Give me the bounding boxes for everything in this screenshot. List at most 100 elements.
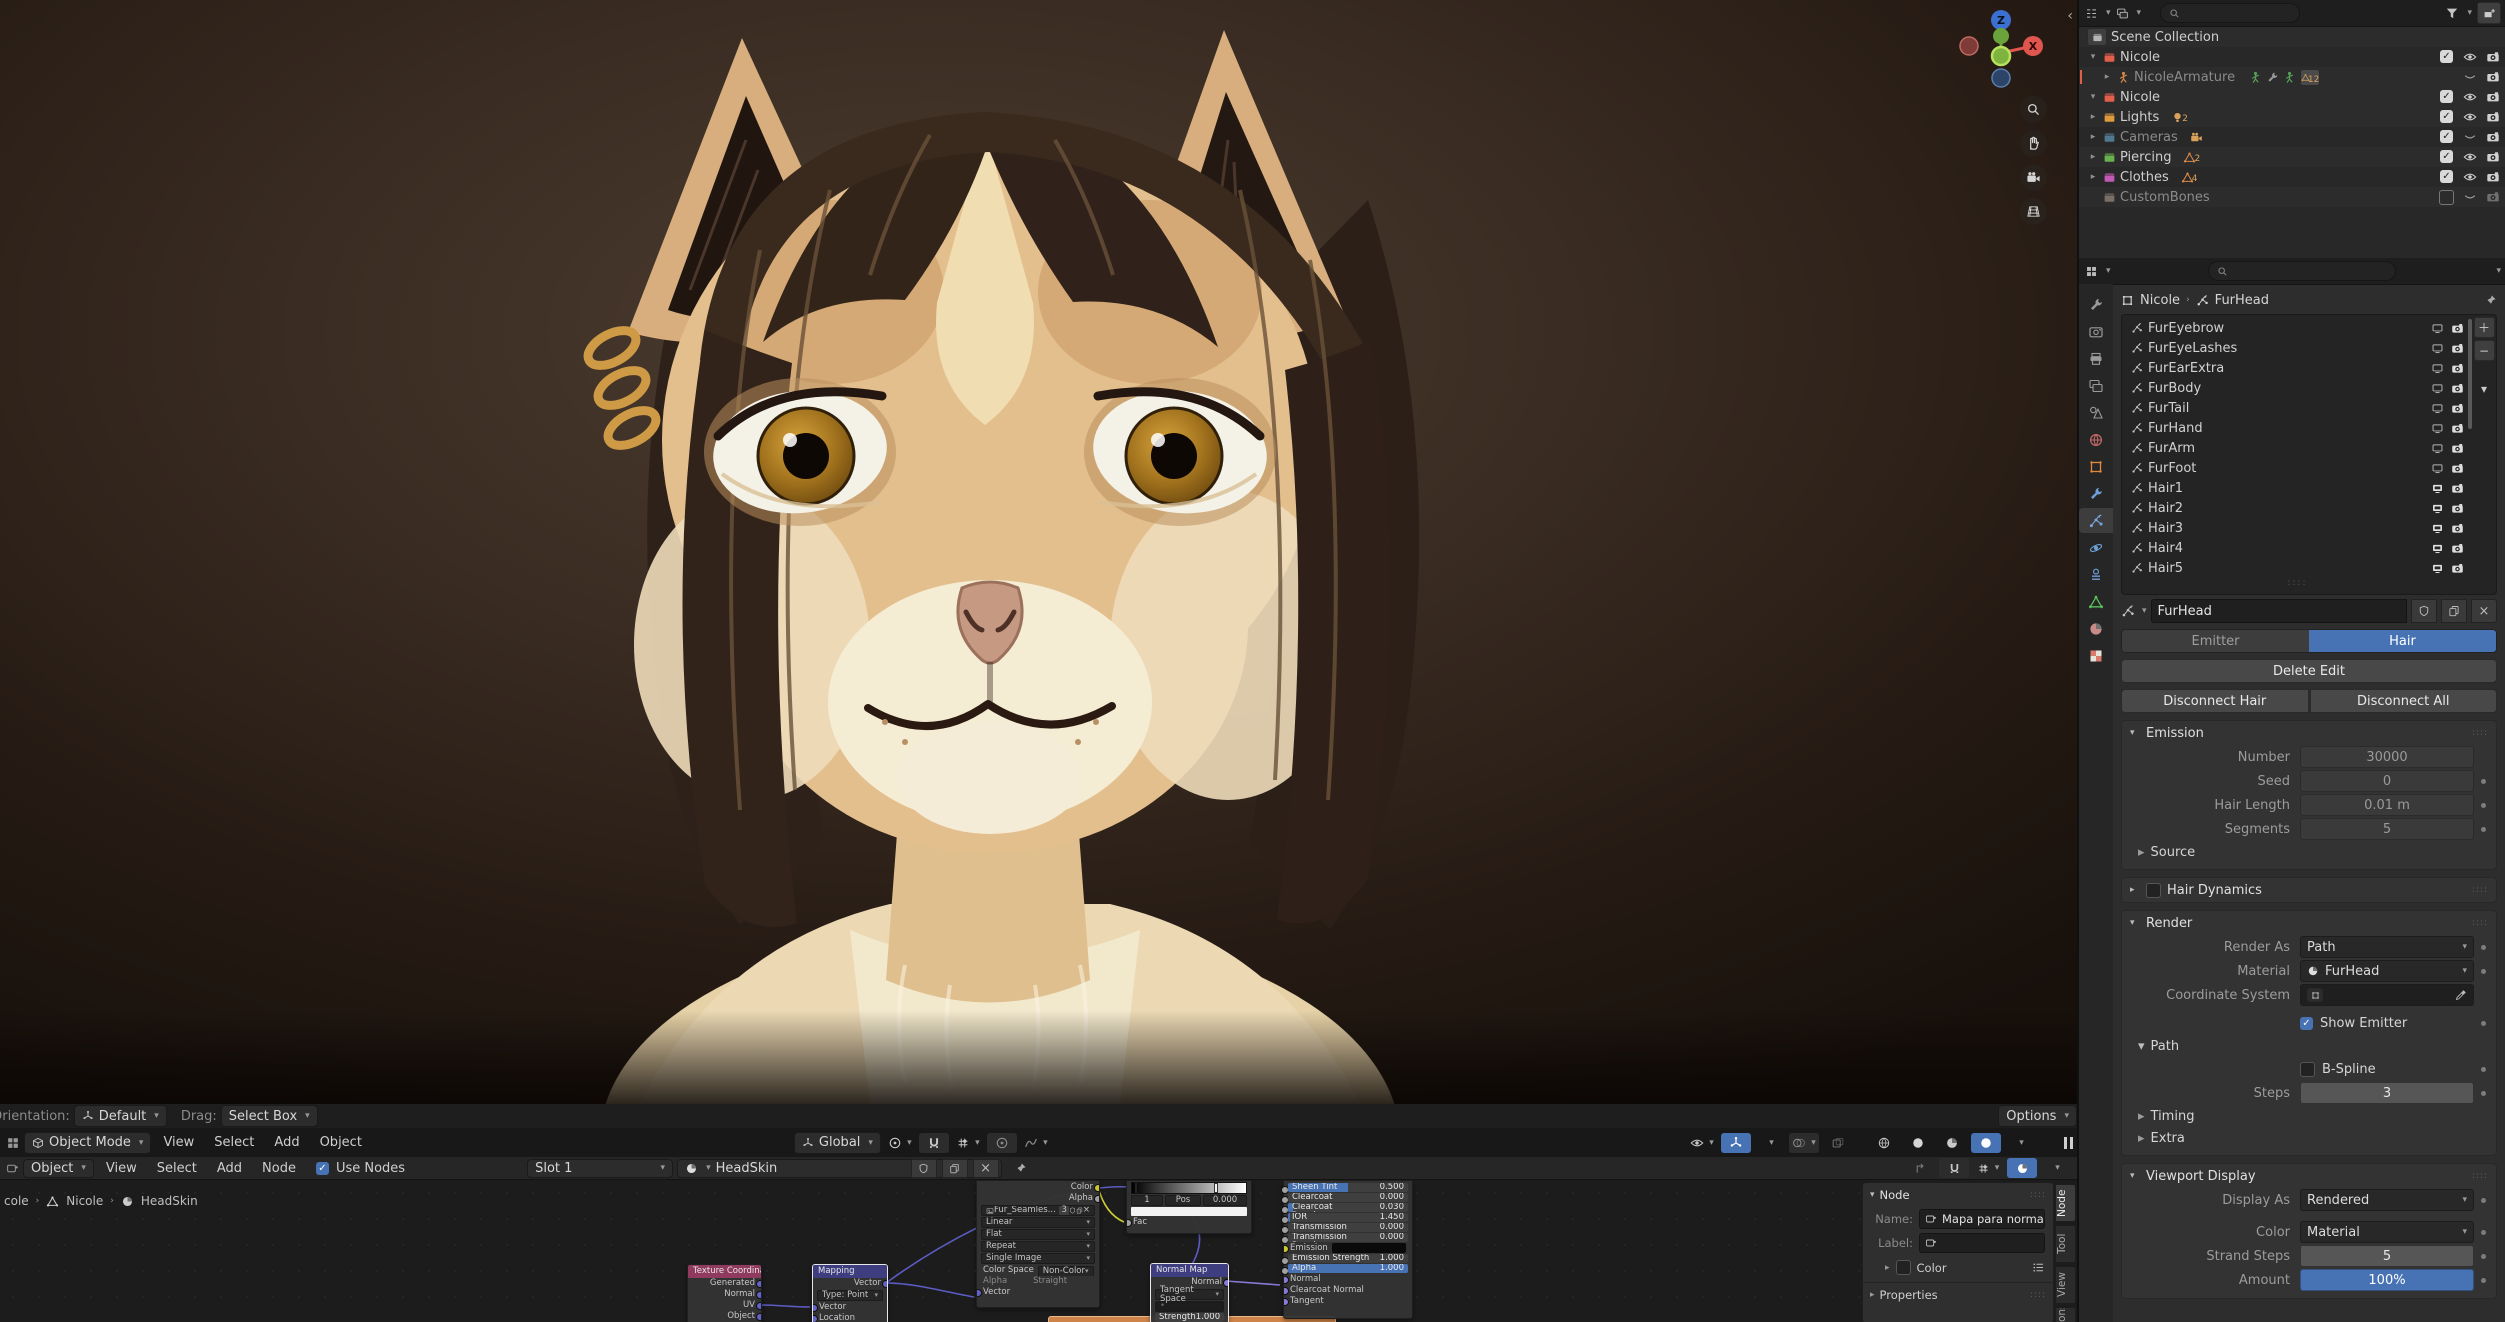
outliner-row[interactable]: CustomBones ✓ [2079,187,2505,207]
outliner-row[interactable]: ▸ Cameras ✓ [2079,127,2505,147]
emission-strength-slider[interactable]: Emission Strength 1.000 [1288,1254,1408,1263]
hair-dynamics-header[interactable]: ▸ Hair Dynamics:::: [2122,878,2496,902]
camera-visibility-icon[interactable] [2486,50,2500,64]
eyedropper-icon[interactable] [2455,989,2467,1001]
principled-slider[interactable]: Transmission Roughness0.000 [1288,1233,1408,1242]
overlays-icon[interactable] [2007,1158,2037,1178]
particle-system-row[interactable]: FurFoot [2125,458,2470,478]
transform-orientation-dropdown[interactable]: Default ▾ [73,1105,167,1127]
node-color-checkbox[interactable] [1895,1260,1911,1275]
specials-menu-icon[interactable]: ▾ [2475,379,2494,398]
fake-user-icon[interactable] [910,1158,937,1178]
breadcrumb-collection[interactable]: cole [4,1194,29,1208]
seed-field[interactable]: 0 [2300,770,2474,792]
add-particle-system-button[interactable]: ＋ [2473,317,2495,338]
editor-type-icon[interactable] [2085,265,2098,278]
particle-system-row[interactable]: Hair2 [2125,498,2470,518]
gizmo-dropdown[interactable]: ▾ [1755,1133,1785,1153]
exclude-checkbox[interactable]: ✓ [2440,110,2453,123]
material-dropdown[interactable]: FurHead ▾ [2300,960,2474,982]
extra-subpanel-header[interactable]: ▸ Extra [2122,1127,2496,1149]
render-icon[interactable] [2451,562,2464,575]
image-texture-node[interactable]: Color Alpha Fur_Seamles... 3 × Linear ▾ F… [976,1180,1100,1308]
fake-user-icon[interactable] [2411,599,2437,623]
pan-hand-icon[interactable] [2020,130,2047,157]
outliner-row[interactable]: ▸ Clothes 4 ✓ [2079,167,2505,187]
eye-icon[interactable] [2463,170,2477,184]
pin-icon[interactable] [1014,1162,1027,1175]
unlink-icon[interactable]: × [2471,599,2497,623]
particle-system-row[interactable]: Hair3 [2125,518,2470,538]
emission-color-field[interactable] [1331,1243,1406,1253]
texture-tab[interactable] [2079,643,2113,668]
new-collection-button[interactable] [2477,2,2501,24]
display-icon[interactable] [2431,522,2444,535]
hair-length-field[interactable]: 0.01 m [2300,794,2474,816]
coordinate-system-field[interactable] [2300,984,2474,1006]
display-icon[interactable] [2431,322,2444,335]
sidebar-tab[interactable]: Node [2055,1184,2076,1222]
extension-dropdown[interactable]: Repeat ▾ [981,1241,1095,1252]
zoom-icon[interactable] [2020,96,2047,123]
image-datablock[interactable]: Fur_Seamles... 3 × [981,1205,1095,1216]
color-space-dropdown[interactable]: Non-Color ▾ [1037,1266,1094,1276]
strand-steps-slider[interactable]: 5 [2300,1245,2474,1267]
normal-map-node[interactable]: Normal Map Normal Tangent Space ▾ • Stren… [1150,1263,1229,1322]
ramp-color-swatch[interactable] [1131,1207,1247,1216]
axis-gizmo[interactable]: Z X [1959,6,2043,90]
interpolation-dropdown[interactable]: Linear ▾ [981,1217,1095,1228]
exclude-checkbox[interactable]: ✓ [2440,150,2453,163]
proportional-editing-toggle[interactable] [986,1132,1017,1153]
exclude-checkbox[interactable]: ✓ [2440,50,2453,63]
render-icon[interactable] [2451,382,2464,395]
material-preview-button[interactable] [1937,1133,1967,1153]
mapping-type-dropdown[interactable]: Type: Point ▾ [817,1290,883,1301]
ramp-pos-label[interactable]: Pos [1165,1195,1201,1206]
texture-coordinate-node[interactable]: Texture Coordinate Generated Normal UV O… [687,1264,762,1322]
output-tab[interactable] [2079,346,2113,371]
menu-add[interactable]: Add [209,1161,250,1176]
path-subpanel-header[interactable]: ▾ Path [2122,1035,2496,1057]
3d-viewport[interactable]: Z X ‹ [0,0,2077,1104]
alpha-slider[interactable]: Alpha 1.000 [1288,1264,1408,1273]
particle-system-row[interactable]: FurEarExtra [2125,358,2470,378]
mesh-children-badge[interactable]: 12 [2300,68,2321,86]
particle-system-row[interactable]: Hair1 [2125,478,2470,498]
principled-slider[interactable]: Sheen Tint 0.500 [1288,1183,1408,1192]
emission-panel-header[interactable]: ▾ Emission:::: [2122,721,2496,745]
perspective-grid-icon[interactable] [2020,198,2047,225]
camera-visibility-icon[interactable] [2486,110,2500,124]
principled-slider[interactable]: Clearcoat 0.000 [1288,1193,1408,1202]
editor-type-icon[interactable] [6,1162,19,1175]
camera-visibility-icon[interactable] [2486,130,2500,144]
solid-shading-button[interactable] [1903,1133,1933,1153]
amount-slider[interactable]: 100% [2300,1269,2474,1291]
camera-visibility-icon[interactable] [2486,170,2500,184]
node-label-field[interactable] [1919,1233,2045,1253]
sidebar-tab[interactable]: Options [2055,1307,2076,1322]
b-spline-checkbox[interactable]: B-Spline [2300,1061,2474,1077]
menu-view[interactable]: View [98,1161,145,1176]
render-icon[interactable] [2451,482,2464,495]
outliner-row[interactable]: ▾ Nicole ✓ [2079,87,2505,107]
view-layer-tab[interactable] [2079,373,2113,398]
particle-system-row[interactable]: FurTail [2125,398,2470,418]
display-icon[interactable] [2431,362,2444,375]
render-icon[interactable] [2451,342,2464,355]
wireframe-shading-button[interactable] [1869,1133,1899,1153]
snap-target-icon[interactable]: ▾ [1973,1158,2003,1178]
unlink-icon[interactable]: × [1083,1206,1090,1215]
modifier-icon[interactable] [2266,71,2279,84]
snap-icon[interactable] [1939,1158,1969,1178]
sidebar-tab[interactable]: View [2055,1266,2076,1304]
material-tab[interactable] [2079,616,2113,641]
animation-icon[interactable] [2249,71,2262,84]
display-icon[interactable] [2431,562,2444,575]
outliner-row-armature[interactable]: ▸ NicoleArmature 12 [2079,67,2505,87]
slot-dropdown[interactable]: Slot 1 ▾ [527,1158,674,1178]
outliner-search-input[interactable] [2160,3,2300,23]
render-icon[interactable] [2451,462,2464,475]
pin-icon[interactable] [2484,294,2497,307]
object-tab[interactable] [2079,454,2113,479]
tool-tab[interactable] [2079,292,2113,317]
